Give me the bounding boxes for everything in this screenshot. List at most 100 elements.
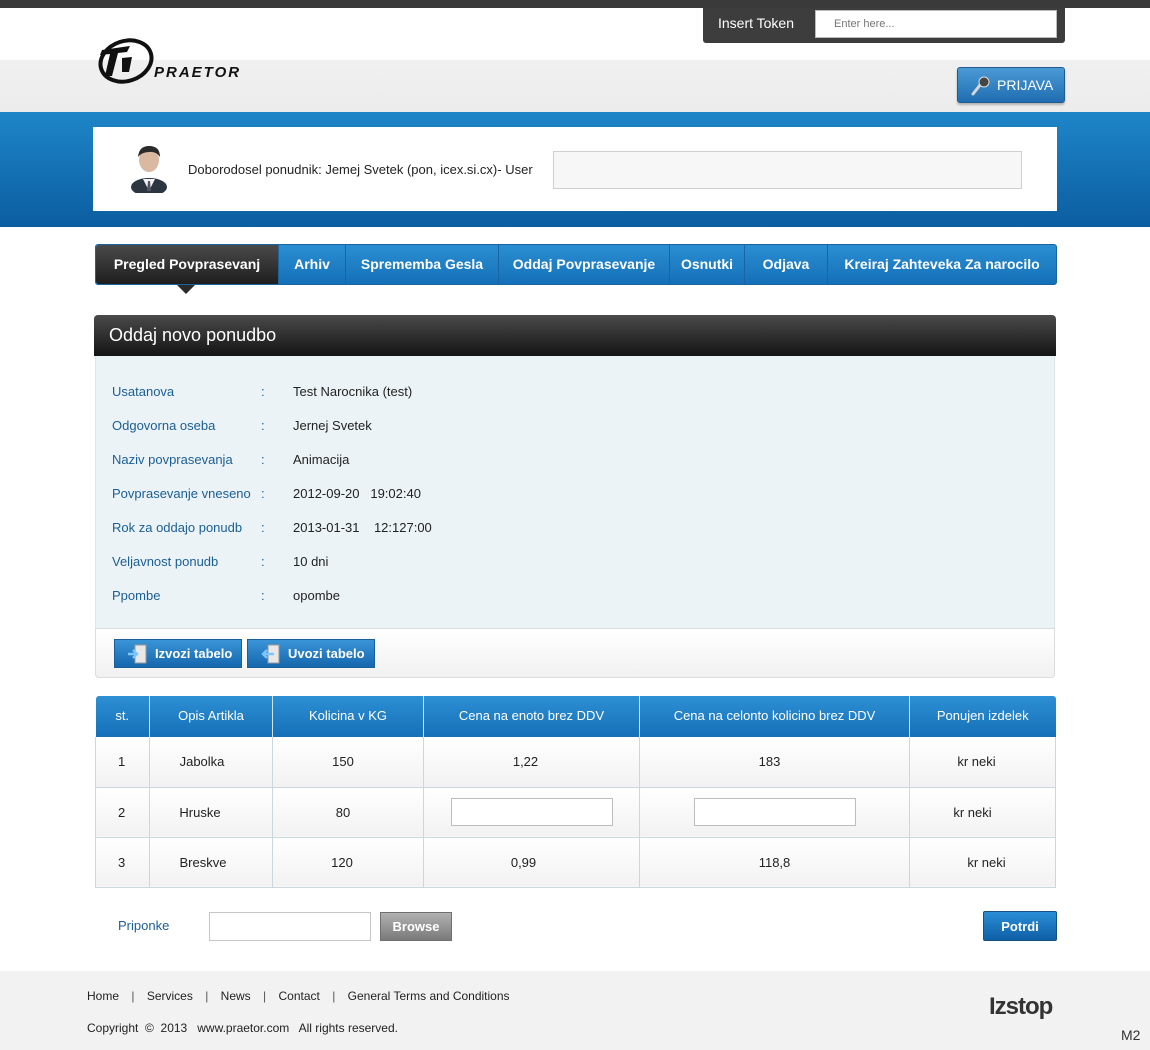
row-number: 2 [95,787,150,838]
item-description: Jabolka [149,737,273,788]
quantity-kg: 150 [272,737,424,788]
offer-table: st. Opis Artikla Kolicina v KG Cena na e… [95,696,1056,888]
footer-separator: | [263,989,267,1003]
row-number: 1 [95,737,150,788]
total-price: 183 [639,737,910,788]
token-input[interactable] [815,10,1057,38]
offered-product: kr neki [909,787,1056,838]
column-header: Ponujen izdelek [909,696,1056,737]
welcome-field [553,151,1022,189]
footer-link-news[interactable]: News [221,989,251,1003]
detail-colon: : [261,452,265,467]
export-icon [128,644,147,664]
detail-colon: : [261,520,265,535]
table-row: 1 Jabolka 150 1,22 183 kr neki [95,737,1056,788]
detail-colon: : [261,486,265,501]
quantity-kg: 80 [272,787,424,838]
nav-item-arhiv[interactable]: Arhiv [279,245,346,284]
token-label: Insert Token [718,15,795,31]
item-description: Breskve [149,837,273,888]
detail-label: Naziv povprasevanja [112,452,233,467]
login-label: PRIJAVA [997,77,1054,93]
column-header: Kolicina v KG [272,696,424,737]
detail-value: Test Narocnika (test) [293,384,413,399]
attachment-path-input[interactable] [209,912,371,941]
detail-label: Usatanova [112,384,175,399]
izstop-logo[interactable]: Izstop [989,993,1053,1021]
detail-label: Odgovorna oseba [112,418,216,433]
detail-value: 2012-09-20 19:02:40 [293,486,421,501]
import-table-button[interactable]: Uvozi tabelo [247,639,375,668]
nav-item-sprememba-gesla[interactable]: Sprememba Gesla [346,245,499,284]
attachments-label: Priponke [118,918,170,933]
footer-link-contact[interactable]: Contact [278,989,319,1003]
detail-value: opombe [293,588,340,603]
unit-price: 0,99 [423,837,640,888]
panel-header: Oddaj novo ponudbo [94,315,1056,356]
column-header: Opis Artikla [149,696,273,737]
detail-colon: : [261,418,265,433]
nav-active-arrow [177,285,195,294]
footer-link-terms[interactable]: General Terms and Conditions [348,989,510,1003]
user-avatar-icon [131,146,167,193]
nav-item-odjava[interactable]: Odjava [745,245,828,284]
unit-price-cell [423,787,640,838]
total-price-cell [639,787,910,838]
table-row: 3 Breskve 120 0,99 118,8 kr neki [95,837,1056,888]
offered-product: kr neki [909,837,1056,888]
detail-colon: : [261,384,265,399]
nav-item-pregled-povprasevanj[interactable]: Pregled Povprasevanj [96,245,279,284]
quantity-kg: 120 [272,837,424,888]
praetor-logo[interactable]: PRAETOR [96,36,256,92]
microphone-icon [971,76,990,96]
token-box: Insert Token [703,8,1065,43]
welcome-text: Doborodosel ponudnik: Jemej Svetek (pon,… [188,162,533,177]
panel-title: Oddaj novo ponudbo [109,325,277,345]
detail-label: Ppombe [112,588,161,603]
offer-details: Usatanova : Test Narocnika (test) Odgovo… [95,356,1055,628]
column-header: st. [95,696,150,737]
detail-colon: : [261,588,265,603]
footer-link-services[interactable]: Services [147,989,193,1003]
detail-value: Animacija [293,452,350,467]
detail-value: Jernej Svetek [293,418,372,433]
version-tag: M2 [1121,1027,1141,1043]
export-table-label: Izvozi tabelo [155,646,233,661]
unit-price-input[interactable] [450,798,613,826]
login-button[interactable]: PRIJAVA [957,67,1065,103]
detail-label: Povprasevanje vneseno [112,486,251,501]
browse-button[interactable]: Browse [380,912,452,941]
panel-footer: Izvozi tabelo Uvozi tabelo [95,628,1055,678]
footer: Home | Services | News | Contact | Gener… [0,971,1150,1050]
welcome-box: Doborodosel ponudnik: Jemej Svetek (pon,… [93,127,1057,211]
column-header: Cena na celonto kolicino brez DDV [639,696,910,737]
column-header: Cena na enoto brez DDV [423,696,640,737]
footer-separator: | [131,989,135,1003]
detail-label: Rok za oddajo ponudb [112,520,243,535]
footer-link-home[interactable]: Home [87,989,119,1003]
import-icon [261,644,280,664]
row-number: 3 [95,837,150,888]
top-strip [0,0,1150,8]
logo-text: PRAETOR [154,64,242,81]
import-table-label: Uvozi tabelo [288,646,365,661]
footer-links: Home | Services | News | Contact | Gener… [87,989,510,1003]
praetor-logo-mark-icon [98,38,154,84]
confirm-button[interactable]: Potrdi [983,911,1057,941]
main-nav: Pregled Povprasevanj Arhiv Sprememba Ges… [95,244,1057,285]
copyright-text: Copyright © 2013 www.praetor.com All rig… [87,1021,398,1035]
offered-product: kr neki [909,737,1056,788]
item-description: Hruske [149,787,273,838]
export-table-button[interactable]: Izvozi tabelo [114,639,242,668]
nav-item-osnutki[interactable]: Osnutki [670,245,745,284]
total-price-input[interactable] [693,798,856,826]
detail-colon: : [261,554,265,569]
table-header-row: st. Opis Artikla Kolicina v KG Cena na e… [95,696,1056,737]
footer-separator: | [205,989,209,1003]
footer-separator: | [332,989,336,1003]
nav-item-kreiraj-zahteveka[interactable]: Kreiraj Zahteveka Za narocilo [828,245,1056,284]
detail-value: 10 dni [293,554,329,569]
detail-label: Veljavnost ponudb [112,554,219,569]
nav-item-oddaj-povprasevanje[interactable]: Oddaj Povprasevanje [499,245,670,284]
table-row: 2 Hruske 80 kr neki [95,787,1056,838]
